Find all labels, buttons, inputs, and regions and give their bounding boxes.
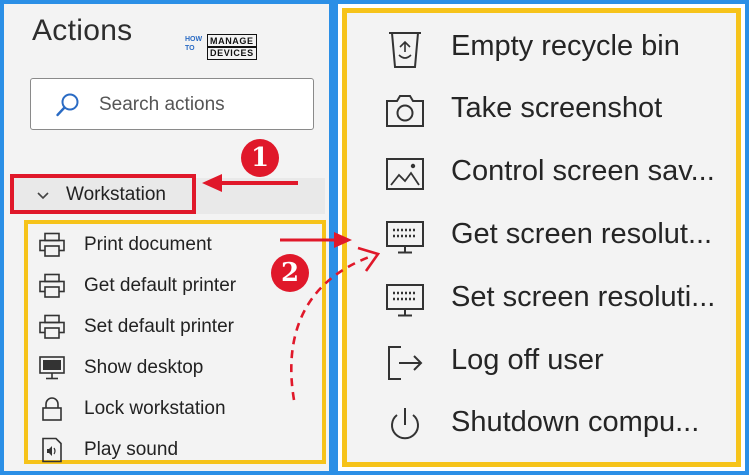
group-header-background bbox=[196, 178, 325, 214]
step-badge-2: 2 bbox=[271, 254, 309, 292]
list-item[interactable]: Play sound bbox=[38, 433, 318, 467]
search-placeholder: Search actions bbox=[99, 94, 225, 115]
recycle-bin-icon bbox=[389, 32, 421, 68]
group-label: Workstation bbox=[66, 184, 166, 205]
search-icon bbox=[56, 93, 79, 117]
list-item[interactable]: Print document bbox=[38, 228, 318, 262]
monitor-icon bbox=[386, 284, 424, 317]
sound-icon bbox=[42, 437, 62, 463]
group-workstation[interactable]: Workstation bbox=[10, 174, 196, 214]
search-actions-input[interactable]: Search actions bbox=[30, 78, 314, 130]
list-item[interactable]: Log off user bbox=[383, 335, 733, 389]
image-icon bbox=[386, 158, 424, 190]
panel-title: Actions bbox=[32, 14, 133, 47]
list-item[interactable]: Empty recycle bin bbox=[383, 21, 733, 75]
list-item[interactable]: Set screen resoluti... bbox=[383, 272, 733, 326]
printer-icon bbox=[39, 314, 65, 339]
list-item[interactable]: Take screenshot bbox=[383, 83, 733, 137]
list-item[interactable]: Shutdown compu... bbox=[383, 397, 733, 451]
logoff-icon bbox=[388, 346, 423, 380]
list-item[interactable]: Show desktop bbox=[38, 351, 318, 385]
list-item[interactable]: Control screen sav... bbox=[383, 146, 733, 200]
list-item[interactable]: Lock workstation bbox=[38, 392, 318, 426]
lock-icon bbox=[42, 397, 62, 421]
power-icon bbox=[391, 408, 419, 440]
camera-icon bbox=[386, 95, 424, 127]
list-item[interactable]: Get screen resolut... bbox=[383, 209, 733, 263]
list-item[interactable]: Set default printer bbox=[38, 310, 318, 344]
monitor-icon bbox=[386, 221, 424, 254]
zoomed-actions-list: Empty recycle bin Take screenshot Contro… bbox=[342, 8, 741, 467]
step-badge-1: 1 bbox=[241, 139, 279, 177]
printer-icon bbox=[39, 232, 65, 257]
chevron-down-icon bbox=[37, 192, 49, 200]
desktop-icon bbox=[39, 356, 65, 380]
printer-icon bbox=[39, 273, 65, 298]
